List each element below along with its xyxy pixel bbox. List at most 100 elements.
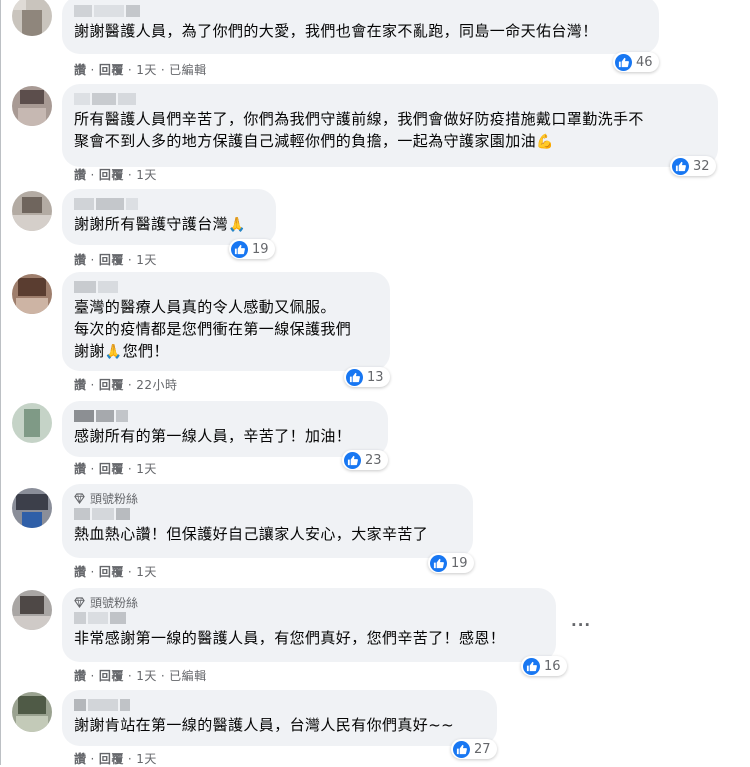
- reaction-number: 19: [451, 555, 468, 571]
- comment-actions: 讚 · 回覆 · 1天: [74, 462, 157, 476]
- comment-actions: 讚 · 回覆 · 1天 · 已編輯: [74, 669, 207, 683]
- badge-label: 頭號粉絲: [90, 596, 139, 610]
- blurred-author-name: [74, 409, 376, 422]
- comment-text: 謝謝肯站在第一線的醫護人員，台灣人民有你們真好~~: [74, 716, 455, 734]
- thumbs-up-icon: [231, 240, 248, 258]
- reaction-number: 27: [474, 741, 491, 757]
- avatar[interactable]: [12, 0, 52, 36]
- comment-text: 感謝所有的第一線人員，辛苦了！加油！: [74, 427, 352, 445]
- comment-actions: 讚 · 回覆 · 1天: [74, 168, 157, 182]
- comment-text: 謝謝醫護人員，為了你們的大愛，我們也會在家不亂跑，同島一命天佑台灣！: [74, 22, 598, 40]
- reaction-count[interactable]: 16: [521, 656, 567, 676]
- reply-link[interactable]: 回覆: [99, 253, 124, 267]
- blurred-author-name: [74, 92, 706, 105]
- reply-link[interactable]: 回覆: [99, 168, 124, 182]
- reaction-count[interactable]: 19: [428, 553, 474, 573]
- diamond-icon: [74, 597, 85, 608]
- timestamp[interactable]: 1天: [136, 253, 157, 267]
- avatar[interactable]: [12, 191, 52, 231]
- thumbs-up-icon: [346, 368, 363, 386]
- more-options-icon[interactable]: ···: [571, 616, 591, 634]
- edited-label: 已編輯: [169, 63, 207, 77]
- like-link[interactable]: 讚: [74, 168, 87, 182]
- like-link[interactable]: 讚: [74, 462, 87, 476]
- reply-link[interactable]: 回覆: [99, 565, 124, 579]
- thumbs-up-icon: [672, 157, 689, 175]
- reaction-number: 46: [636, 54, 653, 70]
- folded-hands-icon: 🙏: [104, 344, 123, 360]
- like-link[interactable]: 讚: [74, 378, 87, 392]
- avatar[interactable]: [12, 692, 52, 732]
- diamond-icon: [74, 493, 85, 504]
- reaction-count[interactable]: 23: [342, 450, 388, 470]
- thumbs-up-icon: [453, 740, 470, 758]
- comment-bubble: 臺灣的醫療人員真的令人感動又佩服。 每次的疫情都是您們衝在第一線保護我們 謝謝🙏您們…: [62, 272, 390, 371]
- like-link[interactable]: 讚: [74, 565, 87, 579]
- avatar[interactable]: [12, 488, 52, 528]
- top-fan-badge: 頭號粉絲: [74, 490, 461, 507]
- reply-link[interactable]: 回覆: [99, 462, 124, 476]
- avatar[interactable]: [12, 86, 52, 126]
- comment-text: 熱血熱心讚！但保護好自己讓家人安心，大家辛苦了: [74, 525, 429, 543]
- reply-link[interactable]: 回覆: [99, 378, 124, 392]
- timestamp[interactable]: 1天: [136, 565, 157, 579]
- reaction-count[interactable]: 19: [229, 239, 275, 259]
- reaction-count[interactable]: 13: [344, 367, 390, 387]
- thumbs-up-icon: [344, 451, 361, 469]
- comment-actions: 讚 · 回覆 · 22小時: [74, 378, 178, 392]
- comment-actions: 讚 · 回覆 · 1天 · 已編輯: [74, 63, 207, 77]
- edited-label: 已編輯: [169, 669, 207, 683]
- left-edge-divider: [0, 0, 1, 765]
- comment-text: 所有醫護人員們辛苦了，你們為我們守護前線，我們會做好防疫措施戴口罩勤洗手不 聚會…: [74, 108, 706, 153]
- comment-bubble: 所有醫護人員們辛苦了，你們為我們守護前線，我們會做好防疫措施戴口罩勤洗手不 聚會…: [62, 84, 718, 167]
- like-link[interactable]: 讚: [74, 669, 87, 683]
- reply-link[interactable]: 回覆: [99, 669, 124, 683]
- reaction-number: 19: [252, 241, 269, 257]
- timestamp[interactable]: 1天: [136, 752, 157, 766]
- thumbs-up-icon: [615, 53, 632, 71]
- thumbs-up-icon: [523, 657, 540, 675]
- reaction-number: 23: [365, 452, 382, 468]
- comment-bubble: 謝謝所有醫護守護台灣🙏: [62, 189, 276, 245]
- blurred-author-name: [74, 4, 647, 17]
- blurred-author-name: [74, 280, 378, 293]
- top-fan-badge: 頭號粉絲: [74, 594, 544, 611]
- like-link[interactable]: 讚: [74, 752, 87, 766]
- comment-actions: 讚 · 回覆 · 1天: [74, 253, 157, 267]
- comment-bubble: 感謝所有的第一線人員，辛苦了！加油！: [62, 401, 388, 457]
- timestamp[interactable]: 22小時: [136, 378, 177, 392]
- folded-hands-icon: 🙏: [228, 217, 246, 233]
- comment-actions: 讚 · 回覆 · 1天: [74, 565, 157, 579]
- blurred-author-name: [74, 507, 461, 520]
- avatar[interactable]: [12, 590, 52, 630]
- thumbs-up-icon: [430, 554, 447, 572]
- comment-bubble: 頭號粉絲 熱血熱心讚！但保護好自己讓家人安心，大家辛苦了: [62, 484, 473, 558]
- reaction-number: 16: [544, 658, 561, 674]
- reaction-number: 32: [693, 158, 710, 174]
- like-link[interactable]: 讚: [74, 63, 87, 77]
- flexed-biceps-icon: 💪: [536, 134, 554, 150]
- comment-bubble: 謝謝醫護人員，為了你們的大愛，我們也會在家不亂跑，同島一命天佑台灣！: [62, 0, 659, 54]
- blurred-author-name: [74, 197, 264, 210]
- comment-actions: 讚 · 回覆 · 1天: [74, 752, 157, 766]
- reply-link[interactable]: 回覆: [99, 752, 124, 766]
- comment-bubble: 謝謝肯站在第一線的醫護人員，台灣人民有你們真好~~: [62, 690, 497, 746]
- timestamp[interactable]: 1天: [136, 669, 157, 683]
- comment-text: 非常感謝第一線的醫護人員，有您們真好，您們辛苦了！感恩！: [74, 629, 506, 647]
- avatar[interactable]: [12, 403, 52, 443]
- reply-link[interactable]: 回覆: [99, 63, 124, 77]
- reaction-count[interactable]: 32: [670, 156, 716, 176]
- comment-text: 謝謝所有醫護守護台灣🙏: [74, 213, 264, 236]
- avatar[interactable]: [12, 274, 52, 314]
- timestamp[interactable]: 1天: [136, 63, 157, 77]
- timestamp[interactable]: 1天: [136, 462, 157, 476]
- like-link[interactable]: 讚: [74, 253, 87, 267]
- comment-bubble: 頭號粉絲 非常感謝第一線的醫護人員，有您們真好，您們辛苦了！感恩！: [62, 588, 556, 662]
- blurred-author-name: [74, 611, 544, 624]
- blurred-author-name: [74, 698, 485, 711]
- reaction-number: 13: [367, 369, 384, 385]
- reaction-count[interactable]: 46: [613, 52, 659, 72]
- reaction-count[interactable]: 27: [451, 739, 497, 759]
- timestamp[interactable]: 1天: [136, 168, 157, 182]
- comment-text: 臺灣的醫療人員真的令人感動又佩服。 每次的疫情都是您們衝在第一線保護我們 謝謝🙏您們…: [74, 296, 378, 363]
